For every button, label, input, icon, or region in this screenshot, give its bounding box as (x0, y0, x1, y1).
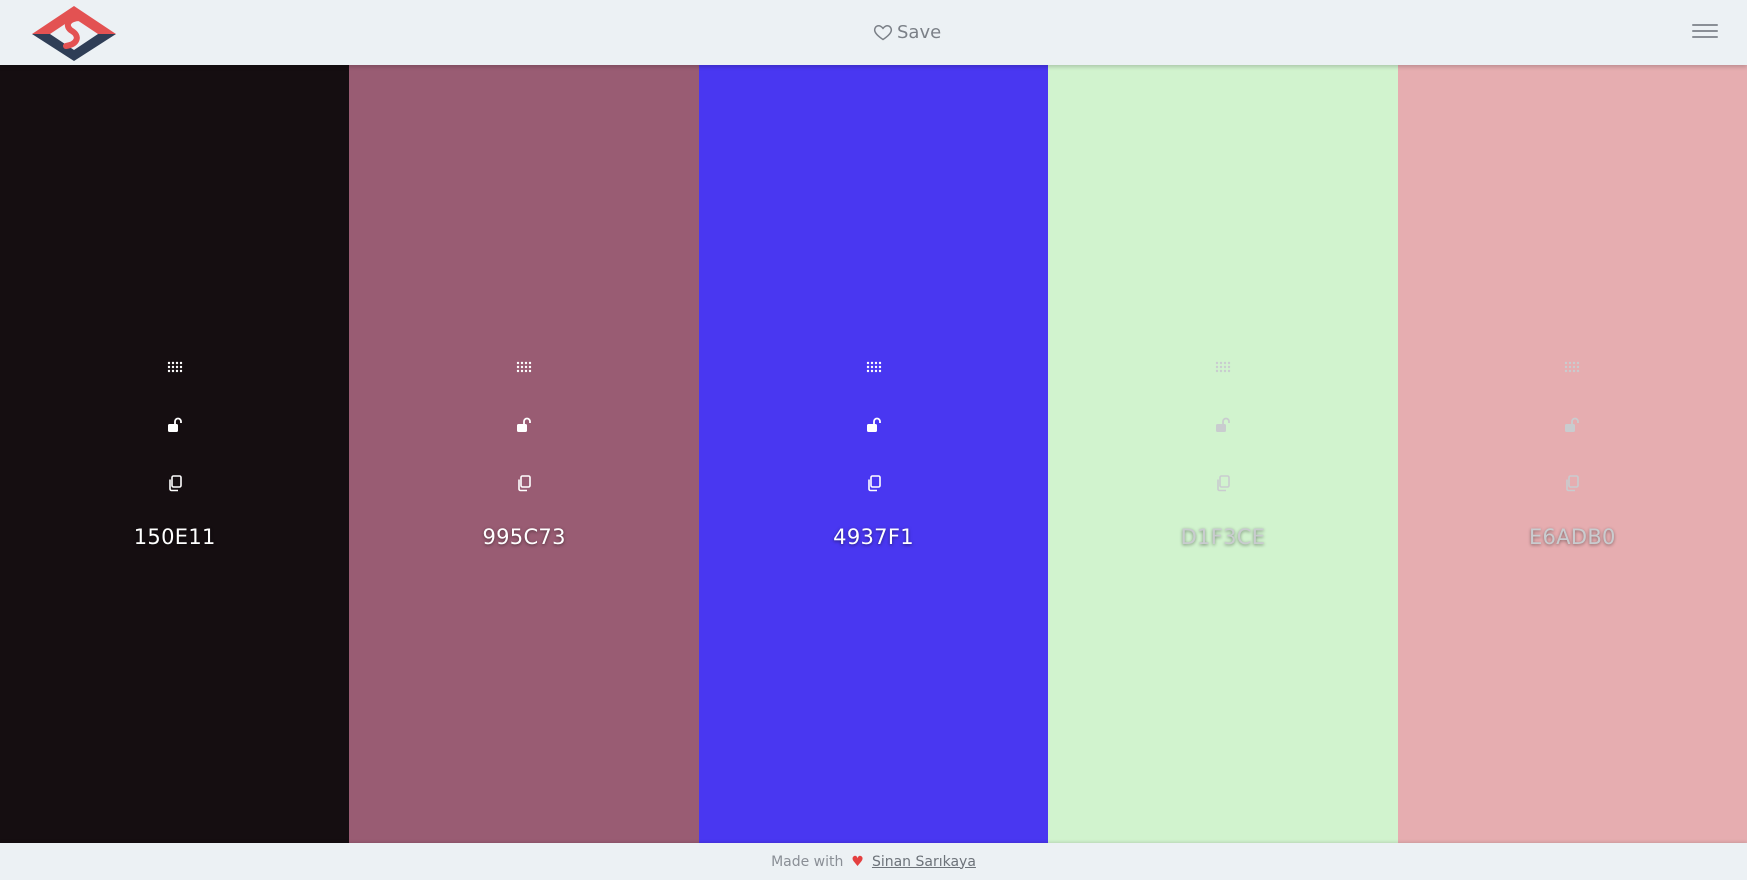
color-column[interactable]: D1F3CE (1048, 65, 1398, 843)
color-controls: 150E11 (0, 353, 349, 549)
unlock-icon[interactable] (510, 411, 538, 439)
drag-handle-icon[interactable] (510, 353, 538, 381)
color-column[interactable]: 995C73 (349, 65, 699, 843)
drag-handle-icon[interactable] (161, 353, 189, 381)
color-column[interactable]: E6ADB0 (1397, 65, 1747, 843)
save-label: Save (897, 21, 942, 43)
color-column[interactable]: 4937F1 (698, 65, 1049, 843)
heart-outline-icon (873, 24, 893, 41)
top-bar: Save (0, 0, 1747, 65)
drag-handle-icon[interactable] (1209, 353, 1237, 381)
color-controls: E6ADB0 (1398, 353, 1747, 549)
color-column[interactable]: 150E11 (0, 65, 350, 843)
drag-handle-icon[interactable] (1558, 353, 1586, 381)
save-button[interactable]: Save (873, 18, 941, 46)
copy-icon[interactable] (860, 469, 888, 497)
hex-code[interactable]: D1F3CE (1181, 525, 1266, 549)
author-link[interactable]: Sinan Sarıkaya (872, 854, 976, 870)
hex-code[interactable]: 995C73 (482, 525, 565, 549)
heart-icon: ♥ (851, 853, 864, 870)
unlock-icon[interactable] (860, 411, 888, 439)
footer: Made with ♥ Sinan Sarıkaya (0, 843, 1747, 880)
copy-icon[interactable] (1209, 469, 1237, 497)
unlock-icon[interactable] (161, 411, 189, 439)
copy-icon[interactable] (510, 469, 538, 497)
made-with-text: Made with (771, 853, 844, 870)
hex-code[interactable]: 150E11 (134, 525, 216, 549)
hex-code[interactable]: E6ADB0 (1529, 525, 1616, 549)
hamburger-icon[interactable] (1692, 20, 1718, 44)
color-controls: 995C73 (349, 353, 698, 549)
color-controls: D1F3CE (1048, 353, 1397, 549)
copy-icon[interactable] (1558, 469, 1586, 497)
logo-icon[interactable] (28, 4, 120, 62)
drag-handle-icon[interactable] (860, 353, 888, 381)
unlock-icon[interactable] (1209, 411, 1237, 439)
color-controls: 4937F1 (699, 353, 1048, 549)
copy-icon[interactable] (161, 469, 189, 497)
hex-code[interactable]: 4937F1 (833, 525, 914, 549)
unlock-icon[interactable] (1558, 411, 1586, 439)
palette-columns: 150E11 995C73 4937F1 D1F3CE E6ADB0 (0, 65, 1747, 843)
